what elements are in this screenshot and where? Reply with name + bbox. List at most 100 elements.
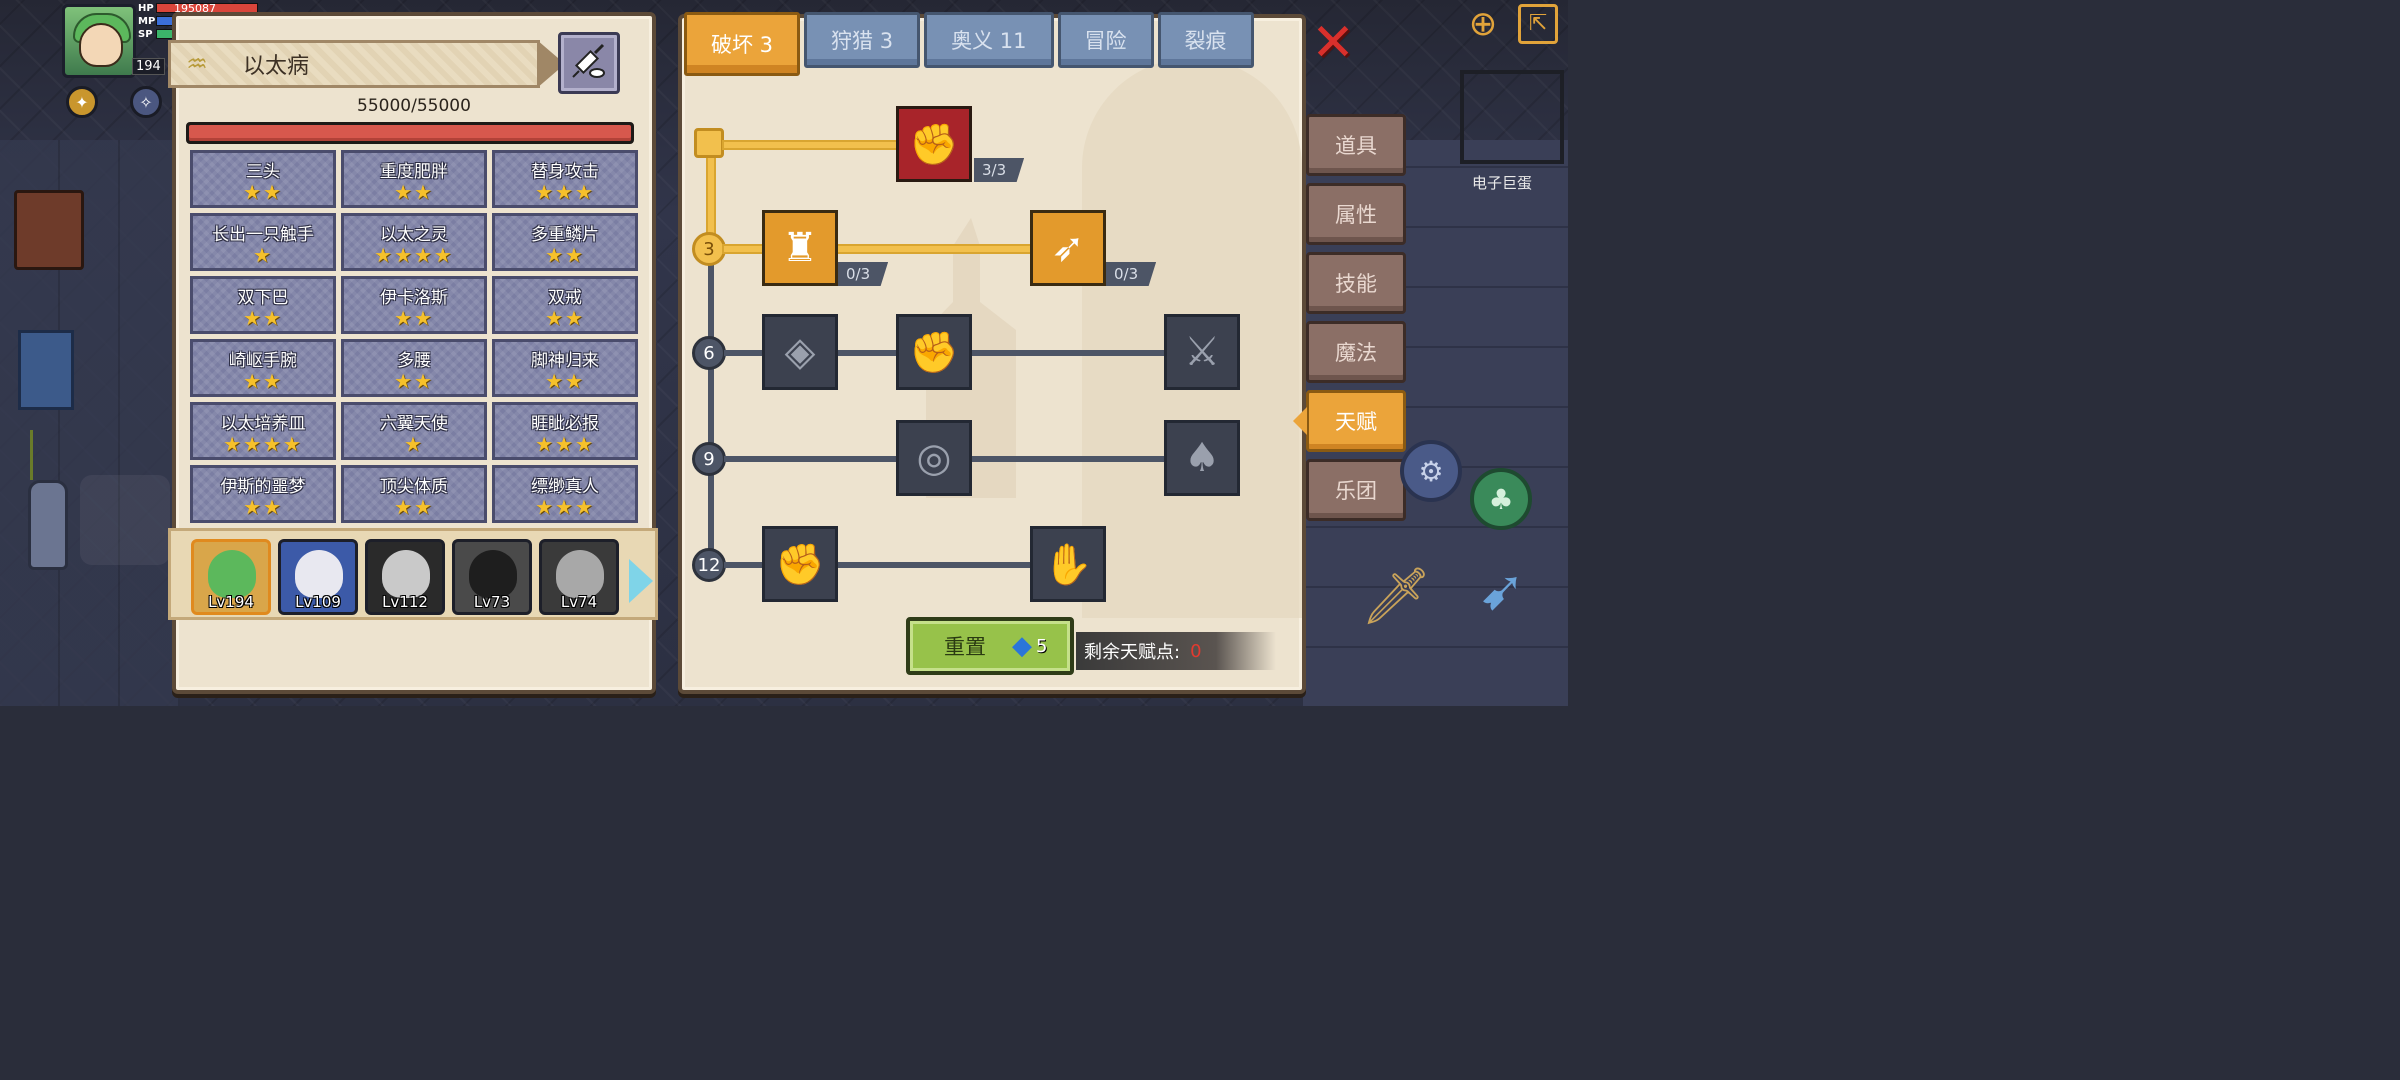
party-member-slot[interactable]: Lv109 (278, 539, 358, 615)
talent-tab[interactable]: 狩猎 3 (804, 12, 921, 68)
disease-banner: ♒ 以太病 (168, 40, 565, 88)
party-member-level: Lv73 (473, 593, 511, 611)
gem-icon: ◆ (1012, 631, 1032, 661)
close-icon[interactable]: ✕ (1308, 17, 1358, 69)
trait-card[interactable]: 伊斯的噩梦 ★★ (190, 465, 336, 523)
party-member-portrait (382, 550, 430, 598)
trait-stars: ★★★ (535, 494, 595, 519)
trait-name: 六翼天使 (380, 413, 448, 434)
bat-wings-icon: ♠ (1184, 435, 1220, 481)
ether-wind-icon: ♒ (186, 50, 208, 78)
talent-bat-wings[interactable]: ♠ (1164, 420, 1240, 496)
trait-card[interactable]: 长出一只触手 ★ (190, 213, 336, 271)
trait-name: 脚神归来 (531, 350, 599, 371)
talent-shield-break[interactable]: ◈ (762, 314, 838, 390)
talent-tabs: 破坏 3 狩猎 3 奥义 11 冒险 裂痕 (684, 12, 1306, 76)
shield-break-icon: ◈ (784, 329, 816, 375)
side-menu-item[interactable]: 天赋 (1293, 390, 1406, 452)
trait-card[interactable]: 崎岖手腕 ★★ (190, 339, 336, 397)
trait-card[interactable]: 多重鳞片 ★★ (492, 213, 638, 271)
disease-hp-fill (189, 125, 631, 141)
disease-title: 以太病 (243, 54, 310, 79)
exit-icon[interactable]: ⇱ (1518, 4, 1558, 44)
trait-name: 缥缈真人 (531, 476, 599, 497)
trait-card[interactable]: 伊卡洛斯 ★★ (341, 276, 487, 334)
party-next-arrow-icon[interactable] (629, 559, 653, 603)
trait-stars: ★ (404, 431, 424, 456)
side-menu-item[interactable]: 魔法 (1306, 321, 1406, 383)
talent-arm-wrestle[interactable]: ✊ (896, 106, 972, 182)
trait-name: 睚眦必报 (531, 413, 599, 434)
trait-card[interactable]: 双戒 ★★ (492, 276, 638, 334)
gold-skill-icon[interactable]: ✦ (66, 86, 98, 118)
ground-ripple-icon: ◎ (916, 435, 952, 481)
tree-root-node (694, 128, 724, 158)
sword-weapon-icon[interactable]: 🗡 (1356, 556, 1436, 636)
crystal-skill-icon[interactable]: ✧ (130, 86, 162, 118)
trait-card[interactable]: 多腰 ★★ (341, 339, 487, 397)
trait-name: 重度肥胖 (380, 161, 448, 182)
trait-card[interactable]: 重度肥胖 ★★ (341, 150, 487, 208)
talent-tab[interactable]: 奥义 11 (924, 12, 1054, 68)
trait-card[interactable]: 顶尖体质 ★★ (341, 465, 487, 523)
raised-fist-icon: ✊ (775, 541, 825, 588)
talent-tab[interactable]: 冒险 (1057, 12, 1154, 68)
trait-card[interactable]: 替身攻击 ★★★ (492, 150, 638, 208)
side-menu: 道具属性技能魔法天赋乐团 (1293, 114, 1406, 528)
trait-card[interactable]: 以太之灵 ★★★★ (341, 213, 487, 271)
bow-weapon-icon[interactable]: ➹ (1462, 550, 1542, 630)
party-member-portrait (556, 550, 604, 598)
talent-count-row3-a: 0/3 (838, 262, 889, 286)
trait-name: 长出一只触手 (212, 224, 314, 245)
talent-muscle-body[interactable]: ♜ (762, 210, 838, 286)
talent-fist-punch[interactable]: ✊ (896, 314, 972, 390)
talent-tab[interactable]: 裂痕 (1157, 12, 1254, 68)
side-menu-item[interactable]: 道具 (1306, 114, 1406, 176)
party-member-slot[interactable]: Lv112 (365, 539, 445, 615)
trait-name: 以太之灵 (380, 224, 448, 245)
talent-raised-fist[interactable]: ✊ (762, 526, 838, 602)
talent-blade-splash[interactable]: ⚔ (1164, 314, 1240, 390)
trait-stars: ★★ (243, 305, 283, 330)
side-menu-item[interactable]: 技能 (1306, 252, 1406, 314)
talent-tab[interactable]: 破坏 3 (684, 12, 801, 76)
chair-prop (18, 330, 74, 410)
player-avatar[interactable] (62, 4, 136, 78)
disease-hp-bar (186, 122, 634, 144)
party-member-slot[interactable]: Lv194 (191, 539, 271, 615)
trait-stars: ★★★ (535, 431, 595, 456)
row-badge-9: 9 (692, 442, 726, 476)
trait-card[interactable]: 六翼天使 ★ (341, 402, 487, 460)
trait-card[interactable]: 三头 ★★ (190, 150, 336, 208)
network-globe-icon[interactable]: ⊕ (1462, 4, 1504, 44)
trait-card[interactable]: 以太培养皿 ★★★★ (190, 402, 336, 460)
party-member-slot[interactable]: Lv73 (452, 539, 532, 615)
trait-card[interactable]: 双下巴 ★★ (190, 276, 336, 334)
side-menu-item[interactable]: 属性 (1306, 183, 1406, 245)
tree-skill-icon[interactable]: ♣ (1470, 468, 1532, 530)
party-member-slot[interactable]: Lv74 (539, 539, 619, 615)
talent-iron-grip[interactable]: ✋ (1030, 526, 1106, 602)
virtual-dpad[interactable] (80, 475, 170, 565)
tree-line-top (724, 142, 904, 148)
iron-grip-icon: ✋ (1043, 541, 1093, 588)
trait-grid: 三头 ★★ 重度肥胖 ★★ 替身攻击 ★★★ 长出一只触手 ★ 以太之灵 ★★★★ 多重鳞片 ★★ 双下… (190, 150, 638, 523)
trait-stars: ★★ (394, 179, 434, 204)
trait-card[interactable]: 缥缈真人 ★★★ (492, 465, 638, 523)
gear-skill-icon[interactable]: ⚙ (1400, 440, 1462, 502)
party-member-level: Lv74 (560, 593, 598, 611)
talent-ground-ripple[interactable]: ◎ (896, 420, 972, 496)
reset-button[interactable]: 重置 ◆ 5 (906, 617, 1074, 675)
party-member-level: Lv194 (208, 593, 254, 611)
syringe-button[interactable] (558, 32, 620, 94)
talent-arrow-strike[interactable]: ➶ (1030, 210, 1106, 286)
side-menu-item[interactable]: 乐团 (1306, 459, 1406, 521)
row-badge-12: 12 (692, 548, 726, 582)
minimap[interactable] (1460, 70, 1564, 164)
party-member-portrait (469, 550, 517, 598)
trait-name: 以太培养皿 (220, 413, 306, 434)
reset-label: 重置 (944, 635, 986, 659)
row-badge-3: 3 (692, 232, 726, 266)
trait-card[interactable]: 睚眦必报 ★★★ (492, 402, 638, 460)
trait-card[interactable]: 脚神归来 ★★ (492, 339, 638, 397)
